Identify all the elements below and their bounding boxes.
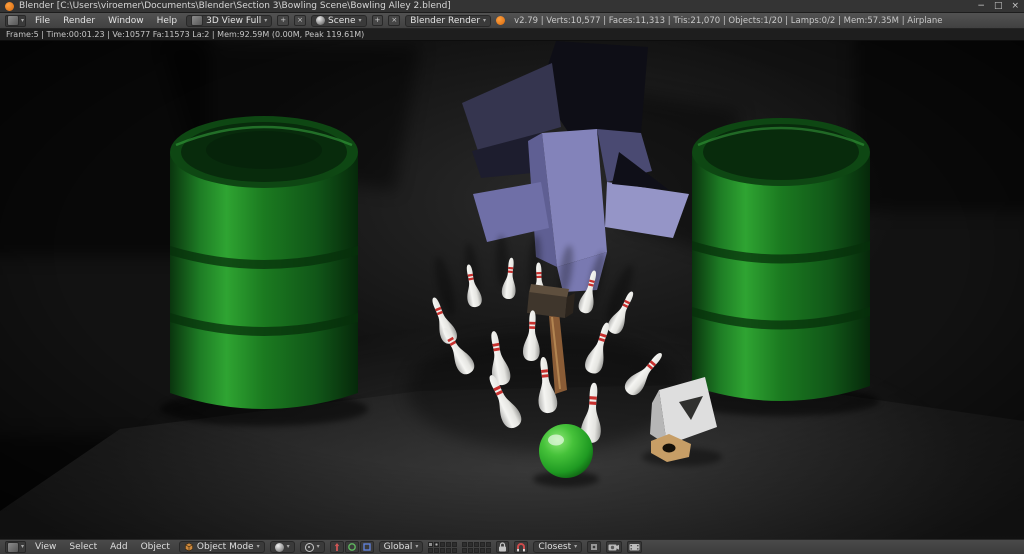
- chevron-down-icon: ▾: [256, 543, 260, 550]
- viewport-header: ▾ View Select Add Object Object Mode ▾ ▾…: [0, 539, 1024, 554]
- layers-widget-right[interactable]: [462, 541, 492, 553]
- render-still-button[interactable]: [606, 541, 623, 553]
- editor-type-button[interactable]: ▾: [5, 14, 27, 27]
- layers-widget-left[interactable]: [428, 541, 458, 553]
- menu-file[interactable]: File: [31, 15, 54, 27]
- layer-cell[interactable]: [434, 547, 440, 553]
- scene-add-button[interactable]: +: [371, 15, 384, 26]
- chevron-down-icon: ▾: [316, 543, 320, 550]
- layer-cell[interactable]: [428, 541, 434, 547]
- layout-label: 3D View Full: [206, 15, 262, 26]
- rotate-manipulator-icon[interactable]: [344, 541, 359, 553]
- menu-select[interactable]: Select: [65, 541, 101, 553]
- layer-cell[interactable]: [462, 547, 468, 553]
- scene-selector[interactable]: Scene ▾: [311, 14, 367, 27]
- chevron-down-icon: ▾: [264, 16, 268, 24]
- render-anim-button[interactable]: [627, 541, 643, 553]
- chevron-down-icon: ▾: [358, 16, 362, 24]
- pivot-center-icon: [304, 542, 314, 552]
- layer-cell[interactable]: [474, 547, 480, 553]
- orientation-label: Global: [383, 542, 413, 552]
- snap-toggle-button[interactable]: [514, 541, 529, 553]
- close-button[interactable]: ×: [1011, 1, 1019, 11]
- vignette: [0, 41, 1024, 539]
- mode-label: Object Mode: [196, 542, 254, 552]
- menu-window[interactable]: Window: [104, 15, 148, 27]
- layer-cell[interactable]: [480, 547, 486, 553]
- layer-cell[interactable]: [462, 541, 468, 547]
- snap-target-icon: [591, 544, 598, 550]
- pivot-point-selector[interactable]: ▾: [299, 541, 325, 553]
- minimize-button[interactable]: −: [977, 1, 985, 11]
- layout-add-button[interactable]: +: [277, 15, 290, 26]
- viewport-shading-selector[interactable]: ▾: [269, 541, 295, 553]
- info-header: ▾ File Render Window Help 3D View Full ▾…: [0, 13, 1024, 29]
- blender-window: Blender [C:\Users\viroemer\Documents\Ble…: [0, 0, 1024, 554]
- layer-cell[interactable]: [452, 547, 458, 553]
- scene-delete-button[interactable]: ×: [388, 15, 401, 26]
- menu-view[interactable]: View: [31, 541, 60, 553]
- lock-to-scene-button[interactable]: [496, 541, 510, 553]
- translate-manipulator-icon[interactable]: [329, 541, 344, 553]
- window-title: Blender [C:\Users\viroemer\Documents\Ble…: [19, 1, 451, 11]
- layer-cell[interactable]: [486, 547, 492, 553]
- manipulator-buttons: [329, 541, 374, 553]
- scene-label: Scene: [328, 15, 356, 26]
- layout-icon: [191, 15, 204, 26]
- viewport-3d[interactable]: [0, 41, 1024, 539]
- render-stats-text: Frame:5 | Time:00:01.23 | Ve:10577 Fa:11…: [6, 30, 365, 39]
- chevron-down-icon: ▾: [21, 16, 25, 24]
- menu-help[interactable]: Help: [153, 15, 182, 27]
- layer-cell[interactable]: [468, 541, 474, 547]
- engine-label: Blender Render: [410, 15, 481, 26]
- magnet-icon: [517, 543, 526, 552]
- object-mode-cube-icon: [184, 542, 193, 552]
- layer-cell[interactable]: [468, 547, 474, 553]
- layer-cell[interactable]: [428, 547, 434, 553]
- snap-element-selector[interactable]: Closest ▾: [533, 541, 583, 553]
- snap-target-button[interactable]: [587, 541, 602, 553]
- render-engine-selector[interactable]: Blender Render ▾: [405, 14, 492, 27]
- viewport-container: [0, 41, 1024, 539]
- editor-type-icon: [7, 15, 19, 26]
- layout-delete-button[interactable]: ×: [294, 15, 307, 26]
- screen-layout-selector[interactable]: 3D View Full ▾: [186, 14, 273, 27]
- scene-statistics: v2.79 | Verts:10,577 | Faces:11,313 | Tr…: [514, 15, 943, 26]
- layer-cell[interactable]: [440, 541, 446, 547]
- mode-selector[interactable]: Object Mode ▾: [178, 541, 265, 553]
- blender-logo-icon: [5, 1, 14, 11]
- transform-orientation-selector[interactable]: Global ▾: [378, 541, 424, 553]
- menu-add[interactable]: Add: [106, 541, 131, 553]
- editor-type-icon: [7, 541, 19, 553]
- menu-object[interactable]: Object: [137, 541, 174, 553]
- titlebar: Blender [C:\Users\viroemer\Documents\Ble…: [0, 0, 1024, 13]
- menu-render[interactable]: Render: [59, 15, 99, 27]
- layer-cell[interactable]: [474, 541, 480, 547]
- render-film-icon: [629, 544, 640, 551]
- snap-label: Closest: [538, 542, 572, 552]
- lock-icon: [499, 542, 507, 552]
- chevron-down-icon: ▾: [574, 543, 578, 550]
- blender-logo-icon: [496, 16, 506, 25]
- layer-cell[interactable]: [446, 547, 452, 553]
- scale-manipulator-icon[interactable]: [359, 541, 374, 553]
- render-camera-icon: [608, 544, 620, 551]
- layer-cell[interactable]: [440, 547, 446, 553]
- layer-cell[interactable]: [480, 541, 486, 547]
- layer-cell[interactable]: [446, 541, 452, 547]
- chevron-down-icon: ▾: [415, 543, 419, 550]
- viewport-editor-type-button[interactable]: ▾: [5, 541, 27, 553]
- layer-cell[interactable]: [452, 541, 458, 547]
- layer-cell[interactable]: [434, 541, 440, 547]
- render-info-bar: Frame:5 | Time:00:01.23 | Ve:10577 Fa:11…: [0, 29, 1024, 41]
- chevron-down-icon: ▾: [21, 543, 25, 550]
- maximize-button[interactable]: □: [994, 1, 1003, 11]
- scene-icon: [316, 16, 326, 25]
- chevron-down-icon: ▾: [483, 16, 487, 24]
- shading-sphere-icon: [274, 542, 284, 552]
- chevron-down-icon: ▾: [286, 543, 290, 550]
- layer-cell[interactable]: [486, 541, 492, 547]
